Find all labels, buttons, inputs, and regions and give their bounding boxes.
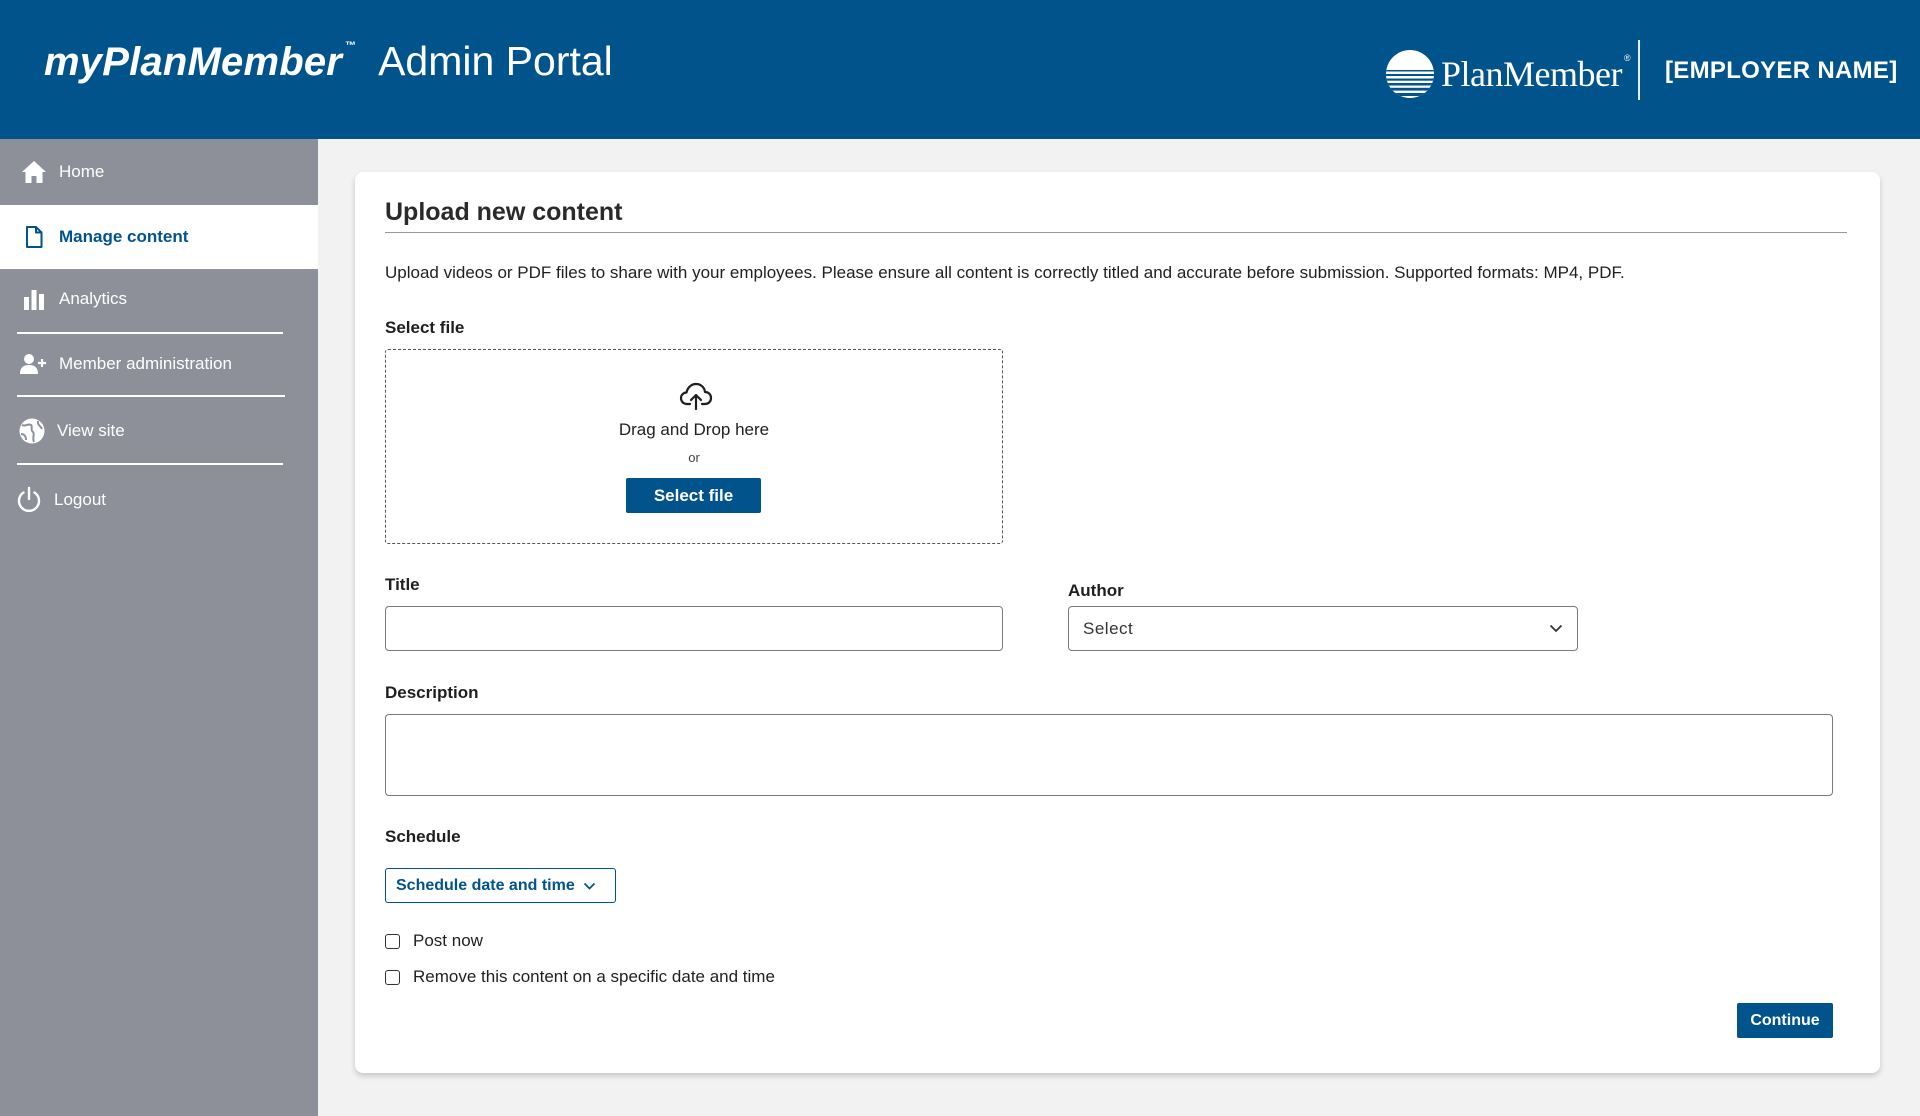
bar-chart-icon (20, 285, 48, 313)
sidebar-item-label: Home (59, 162, 105, 181)
employer-name: [EMPLOYER NAME] (1665, 57, 1898, 84)
app-header: myPlanMember ™ Admin Portal PlanMember ®… (0, 0, 1920, 139)
post-now-label: Post now (413, 931, 483, 950)
sidebar-item-label: Analytics (59, 289, 128, 308)
chevron-down-icon (583, 882, 595, 890)
page-title: Upload new content (385, 198, 623, 226)
header-divider (1638, 40, 1640, 100)
remove-content-option: Remove this content on a specific date a… (385, 967, 775, 987)
remove-content-label: Remove this content on a specific date a… (413, 967, 775, 986)
planmember-logo-text: PlanMember (1441, 53, 1622, 95)
sidebar-item-home[interactable]: Home (0, 139, 318, 205)
add-user-icon (20, 350, 48, 378)
brand-name: myPlanMember (44, 40, 343, 84)
document-icon (20, 223, 48, 251)
description-textarea[interactable] (385, 714, 1833, 796)
sidebar-item-member-administration[interactable]: Member administration (0, 334, 318, 394)
globe-icon (18, 417, 46, 445)
file-dropzone[interactable]: Drag and Drop here or Select file (385, 349, 1003, 544)
post-now-checkbox[interactable] (385, 933, 400, 949)
post-now-option: Post now (385, 931, 483, 951)
title-label: Title (385, 575, 420, 594)
sidebar-item-view-site[interactable]: View site (0, 397, 318, 465)
sidebar-item-analytics[interactable]: Analytics (0, 269, 318, 329)
chevron-down-icon (1549, 624, 1563, 633)
portal-title: Admin Portal (378, 38, 613, 84)
cloud-upload-icon (679, 382, 713, 411)
remove-content-checkbox[interactable] (385, 969, 400, 985)
author-select-value: Select (1083, 618, 1134, 638)
sidebar-item-manage-content[interactable]: Manage content (0, 205, 318, 269)
sidebar-item-label: Member administration (59, 354, 232, 373)
title-divider (385, 232, 1847, 233)
registered-mark: ® (1623, 53, 1631, 63)
schedule-label: Schedule (385, 827, 461, 846)
home-icon (20, 158, 48, 186)
or-text: or (688, 450, 700, 465)
planmember-logo: PlanMember ® (1385, 48, 1631, 100)
sidebar-item-logout[interactable]: Logout (0, 465, 318, 535)
trademark-mark: ™ (345, 40, 357, 52)
author-label: Author (1068, 581, 1124, 600)
sidebar-item-label: View site (57, 421, 125, 440)
title-input[interactable] (385, 606, 1003, 651)
power-icon (15, 486, 43, 514)
sidebar: Home Manage content Analytics Member adm… (0, 139, 318, 1116)
intro-text: Upload videos or PDF files to share with… (385, 263, 1625, 282)
drag-drop-text: Drag and Drop here (618, 420, 770, 439)
select-file-button[interactable]: Select file (626, 478, 761, 513)
select-file-label: Select file (385, 318, 465, 337)
logo-text: PlanMember (1441, 54, 1622, 94)
globe-logo-icon (1386, 50, 1434, 98)
sidebar-item-label: Logout (54, 490, 106, 509)
upload-content-card: Upload new content Upload videos or PDF … (355, 172, 1880, 1073)
continue-button[interactable]: Continue (1737, 1003, 1833, 1038)
author-select[interactable]: Select (1068, 606, 1578, 651)
brand: myPlanMember ™ Admin Portal (44, 38, 613, 98)
description-label: Description (385, 683, 479, 702)
schedule-date-time-button[interactable]: Schedule date and time (385, 868, 616, 903)
schedule-button-label: Schedule date and time (396, 876, 575, 894)
sidebar-item-label: Manage content (59, 227, 189, 246)
